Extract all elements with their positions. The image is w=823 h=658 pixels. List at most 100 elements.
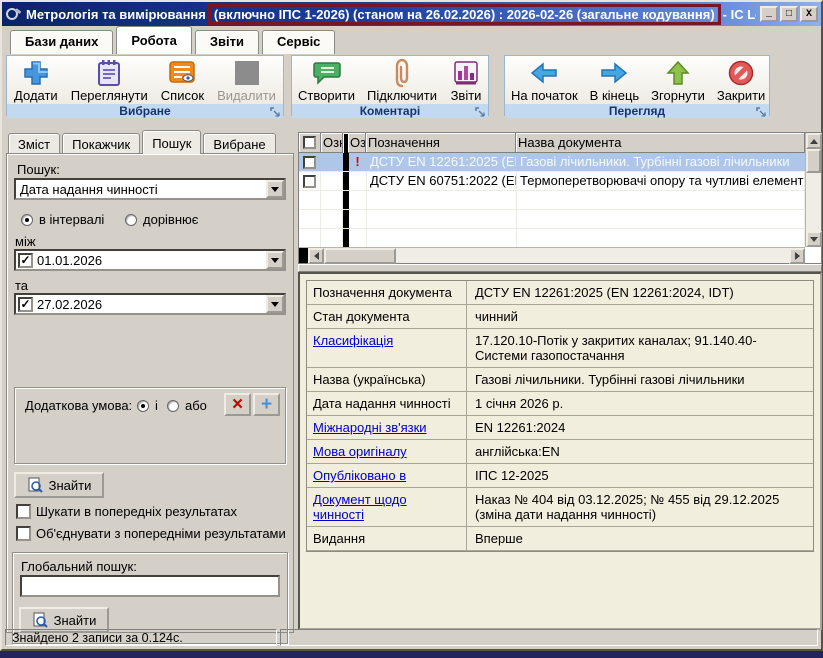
checkbox-unchecked-icon[interactable] (303, 175, 316, 188)
find-button[interactable]: Знайти (14, 472, 104, 498)
group-favorites: Додати Переглянути Список (6, 55, 284, 116)
empty-row (299, 210, 805, 229)
or-condition-radio[interactable]: або (167, 398, 207, 413)
detail-label: Позначення документа (307, 281, 467, 304)
add-condition-button[interactable]: + (253, 393, 280, 416)
go-end-button[interactable]: В кінець (584, 57, 646, 104)
search-previous-checkbox[interactable]: Шукати в попередніх результатах (16, 504, 237, 519)
tab-service[interactable]: Сервіс (262, 30, 335, 54)
chevron-down-icon[interactable] (266, 295, 284, 313)
list-button-label: Список (161, 88, 204, 103)
equals-radio[interactable]: дорівнює (125, 212, 198, 227)
group-caption-favorites-label: Вибране (119, 104, 170, 118)
date-from-checkbox[interactable]: ✓ (18, 253, 33, 268)
chevron-down-icon[interactable] (266, 251, 284, 269)
merge-previous-checkbox[interactable]: Об'єднувати з попередніми результатами (16, 526, 286, 541)
tab-databases[interactable]: Бази даних (10, 30, 113, 54)
row-checkbox[interactable] (299, 153, 321, 171)
header-ozn[interactable]: Озн (321, 133, 343, 153)
scrollbar-thumb[interactable] (324, 248, 396, 264)
maximize-button[interactable]: □ (780, 6, 798, 22)
minimize-button[interactable]: _ (760, 6, 778, 22)
date-to-checkbox[interactable]: ✓ (18, 297, 33, 312)
vertical-scrollbar[interactable] (805, 133, 821, 247)
radio-off-icon[interactable] (125, 214, 137, 226)
classification-link[interactable]: Класифікація (307, 329, 467, 367)
create-comment-button[interactable]: Створити (292, 57, 361, 104)
view-button-label: Переглянути (71, 88, 148, 103)
detail-row: Документ щодо чинності Наказ № 404 від 0… (307, 488, 813, 527)
search-page-icon (32, 612, 48, 628)
window-title-prefix: Метрологія та вимірювання (26, 7, 206, 22)
validity-document-link[interactable]: Документ щодо чинності (307, 488, 467, 526)
group-comments: Створити Підключити Звіти Коментарі (291, 55, 489, 116)
list-button[interactable]: Список (155, 57, 210, 104)
tab-index[interactable]: Покажчик (62, 133, 140, 154)
tab-work[interactable]: Робота (116, 26, 192, 54)
scrollbar-thumb[interactable] (806, 149, 821, 173)
group-launcher-icon[interactable] (756, 107, 766, 117)
detail-value: 1 січня 2026 р. (467, 392, 813, 415)
blue-plus-icon: + (261, 394, 272, 416)
add-button[interactable]: Додати (8, 57, 64, 104)
tab-search[interactable]: Пошук (142, 130, 201, 154)
chevron-down-icon[interactable] (266, 180, 284, 198)
checkbox-unchecked-icon[interactable] (16, 504, 31, 519)
view-button[interactable]: Переглянути (65, 57, 154, 104)
go-start-button[interactable]: На початок (505, 57, 584, 104)
checkbox-unchecked-icon[interactable] (303, 136, 316, 149)
global-search-input[interactable] (20, 575, 280, 597)
close-view-button[interactable]: Закрити (711, 57, 771, 104)
horizontal-scrollbar[interactable] (299, 247, 805, 263)
header-name[interactable]: Назва документа (516, 133, 805, 153)
collapse-button[interactable]: Згорнути (645, 57, 711, 104)
and-condition-label: і (155, 398, 158, 413)
row-checkbox[interactable] (299, 172, 321, 190)
document-details-table: Позначення документа ДСТУ EN 12261:2025 … (306, 280, 814, 552)
tab-reports[interactable]: Звіти (195, 30, 259, 54)
international-relations-link[interactable]: Міжнародні зв'язки (307, 416, 467, 439)
plus-icon (19, 58, 53, 88)
radio-on-icon[interactable] (21, 214, 33, 226)
date-to-combobox[interactable]: ✓ 27.02.2026 (14, 293, 286, 315)
header-select-all[interactable] (299, 133, 321, 153)
additional-condition-label: Додаткова умова: (25, 398, 132, 413)
red-x-icon: × (232, 394, 243, 416)
scroll-up-icon[interactable] (806, 133, 822, 149)
published-in-link[interactable]: Опубліковано в (307, 464, 467, 487)
group-launcher-icon[interactable] (270, 107, 280, 117)
header-designation[interactable]: Позначення (366, 133, 516, 153)
scroll-right-icon[interactable] (789, 248, 805, 264)
title-bar[interactable]: Метрологія та вимірювання (включно ІПС 1… (2, 2, 821, 26)
scrollbar-corner (805, 247, 821, 263)
delete-condition-button[interactable]: × (224, 393, 251, 416)
table-row[interactable]: ДСТУ EN 60751:2022 (EN Термоперетворювач… (299, 172, 805, 191)
table-row[interactable]: ! ДСТУ EN 12261:2025 (EN Газові лічильни… (299, 153, 805, 172)
radio-on-icon[interactable] (137, 400, 149, 412)
detail-row: Назва (українська) Газові лічильники. Ту… (307, 368, 813, 392)
original-language-link[interactable]: Мова оригіналу (307, 440, 467, 463)
scroll-left-icon[interactable] (308, 248, 324, 264)
group-caption-comments-label: Коментарі (360, 104, 421, 118)
radio-off-icon[interactable] (167, 400, 179, 412)
search-field-combobox[interactable]: Дата надання чинності (14, 178, 286, 200)
comment-reports-button[interactable]: Звіти (443, 57, 489, 104)
tab-contents[interactable]: Зміст (8, 133, 60, 154)
tab-favorites[interactable]: Вибране (203, 133, 275, 154)
group-launcher-icon[interactable] (475, 107, 485, 117)
close-button[interactable]: X (800, 6, 818, 22)
horizontal-splitter[interactable] (298, 264, 822, 272)
date-from-combobox[interactable]: ✓ 01.01.2026 (14, 249, 286, 271)
checkbox-unchecked-icon[interactable] (303, 156, 316, 169)
group-caption-comments: Коментарі (292, 104, 488, 118)
interval-radio[interactable]: в інтервалі (21, 212, 104, 227)
add-button-label: Додати (14, 88, 58, 103)
detail-value: 17.120.10-Потік у закритих каналах; 91.1… (467, 329, 813, 367)
scroll-down-icon[interactable] (806, 231, 822, 247)
checkbox-unchecked-icon[interactable] (16, 526, 31, 541)
attach-comment-button[interactable]: Підключити (361, 57, 443, 104)
detail-value: англійська:EN (467, 440, 813, 463)
arrow-right-icon (597, 58, 631, 88)
and-condition-radio[interactable]: і (137, 398, 158, 413)
header-oz[interactable]: Оз (348, 133, 366, 153)
